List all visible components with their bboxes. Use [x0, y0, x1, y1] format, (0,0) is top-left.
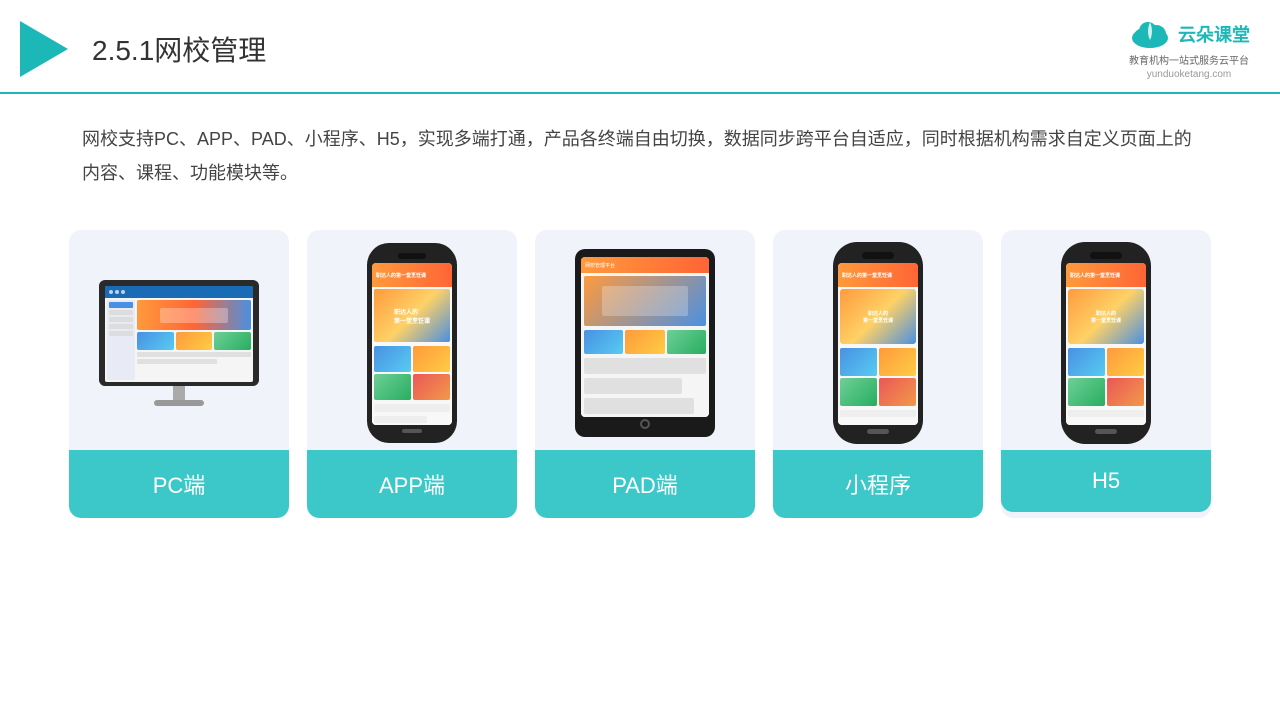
- brand-logo: 云朵课堂 教育机构一站式服务云平台 yunduoketang.com: [1128, 18, 1250, 80]
- card-app: 职达人的第一堂烹饪课 职达人的第一堂烹饪课: [307, 230, 517, 518]
- play-icon: [20, 21, 68, 77]
- card-mini-image: 职达人的第一堂烹饪课 职达人的第一堂烹饪课: [773, 230, 983, 450]
- card-pad-label: PAD端: [535, 450, 755, 518]
- card-h5-image: 职达人的第一堂烹饪课 职达人的第一堂烹饪课: [1001, 230, 1211, 450]
- brand-url: yunduoketang.com: [1147, 69, 1232, 80]
- phone-mockup-mini: 职达人的第一堂烹饪课 职达人的第一堂烹饪课: [833, 242, 923, 444]
- cards-container: PC端 职达人的第一堂烹饪课 职达人的第一堂烹饪课: [0, 210, 1280, 538]
- monitor-mockup: [99, 280, 259, 406]
- cloud-icon: [1128, 18, 1172, 50]
- card-pad: 网校管理平台: [535, 230, 755, 518]
- tablet-mockup: 网校管理平台: [575, 249, 715, 437]
- card-pc: PC端: [69, 230, 289, 518]
- card-app-label: APP端: [307, 450, 517, 518]
- brand-name: 云朵课堂: [1178, 21, 1250, 47]
- card-app-image: 职达人的第一堂烹饪课 职达人的第一堂烹饪课: [307, 230, 517, 450]
- brand-icon-row: 云朵课堂: [1128, 18, 1250, 50]
- page-header: 2.5.1网校管理 云朵课堂 教育机构一站式服务云平台 yunduoketang…: [0, 0, 1280, 94]
- card-mini-label: 小程序: [773, 450, 983, 518]
- card-pc-image: [69, 230, 289, 450]
- brand-slogan: 教育机构一站式服务云平台: [1129, 52, 1249, 67]
- phone-mockup-app: 职达人的第一堂烹饪课 职达人的第一堂烹饪课: [367, 243, 457, 443]
- description-text: 网校支持PC、APP、PAD、小程序、H5，实现多端打通，产品各终端自由切换，数…: [0, 94, 1280, 200]
- card-h5-label: H5: [1001, 450, 1211, 512]
- card-pc-label: PC端: [69, 450, 289, 518]
- header-left: 2.5.1网校管理: [20, 21, 266, 77]
- card-mini: 职达人的第一堂烹饪课 职达人的第一堂烹饪课: [773, 230, 983, 518]
- page-title: 2.5.1网校管理: [92, 29, 266, 69]
- phone-mockup-h5: 职达人的第一堂烹饪课 职达人的第一堂烹饪课: [1061, 242, 1151, 444]
- card-h5: 职达人的第一堂烹饪课 职达人的第一堂烹饪课: [1001, 230, 1211, 518]
- card-pad-image: 网校管理平台: [535, 230, 755, 450]
